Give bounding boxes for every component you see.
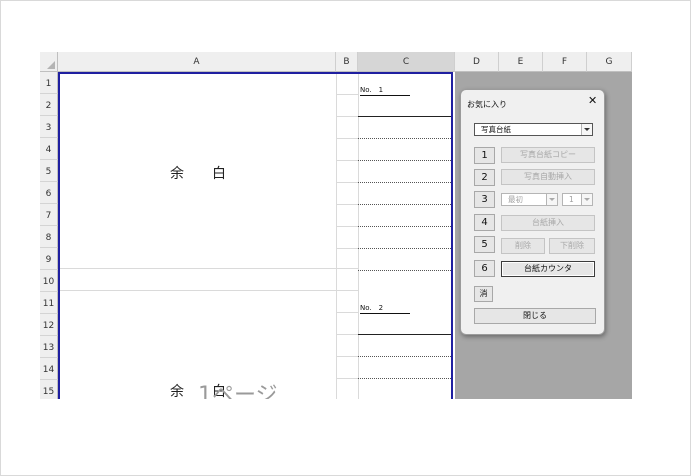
print-area-border bbox=[58, 72, 453, 399]
delete-button[interactable]: 削除 bbox=[501, 238, 545, 254]
copy-sheet-button[interactable]: 写真台紙コピー bbox=[501, 147, 595, 163]
row-header-2[interactable]: 2 bbox=[40, 94, 58, 116]
row-button-2[interactable]: 2 bbox=[474, 169, 495, 186]
chevron-down-icon[interactable] bbox=[581, 124, 592, 135]
row-button-3[interactable]: 3 bbox=[474, 191, 495, 208]
row-header-6[interactable]: 6 bbox=[40, 182, 58, 204]
row-header-5[interactable]: 5 bbox=[40, 160, 58, 182]
row-header-11[interactable]: 11 bbox=[40, 292, 58, 314]
row-button-5[interactable]: 5 bbox=[474, 236, 495, 253]
select-all-corner[interactable] bbox=[40, 52, 58, 72]
position-select[interactable]: 最初 bbox=[501, 193, 558, 206]
row-button-1[interactable]: 1 bbox=[474, 147, 495, 164]
count-select[interactable]: 1 bbox=[562, 193, 593, 206]
row-header-10[interactable]: 10 bbox=[40, 270, 58, 292]
clear-button[interactable]: 消 bbox=[474, 286, 493, 302]
column-header-c[interactable]: C bbox=[358, 52, 455, 72]
delete-below-button[interactable]: 下削除 bbox=[549, 238, 595, 254]
row-header-12[interactable]: 12 bbox=[40, 314, 58, 336]
close-dialog-button[interactable]: 閉じる bbox=[474, 308, 596, 324]
column-header-d[interactable]: D bbox=[455, 52, 499, 72]
column-header-a[interactable]: A bbox=[58, 52, 336, 72]
column-header-e[interactable]: E bbox=[499, 52, 543, 72]
column-header-g[interactable]: G bbox=[587, 52, 632, 72]
row-header-7[interactable]: 7 bbox=[40, 204, 58, 226]
row-header-13[interactable]: 13 bbox=[40, 336, 58, 358]
chevron-down-icon[interactable] bbox=[546, 194, 557, 205]
count-select-value: 1 bbox=[569, 195, 574, 204]
row-header-15[interactable]: 15 bbox=[40, 380, 58, 399]
row-button-6[interactable]: 6 bbox=[474, 260, 495, 277]
auto-insert-photo-button[interactable]: 写真自動挿入 bbox=[501, 169, 595, 185]
favorites-dialog: お気に入り ✕ 写真台紙 1 写真台紙コピー 2 写真自動挿入 3 最初 1 4… bbox=[460, 89, 605, 335]
chevron-down-icon[interactable] bbox=[581, 194, 592, 205]
dialog-title: お気に入り bbox=[467, 100, 507, 109]
sheet-select[interactable]: 写真台紙 bbox=[474, 123, 593, 136]
row-header-9[interactable]: 9 bbox=[40, 248, 58, 270]
sheet-counter-button[interactable]: 台紙カウンタ bbox=[501, 261, 595, 277]
position-select-value: 最初 bbox=[508, 195, 523, 204]
close-icon[interactable]: ✕ bbox=[588, 94, 597, 108]
row-header-1[interactable]: 1 bbox=[40, 72, 58, 94]
sheet-select-value: 写真台紙 bbox=[481, 125, 511, 134]
row-header-14[interactable]: 14 bbox=[40, 358, 58, 380]
row-button-4[interactable]: 4 bbox=[474, 214, 495, 231]
row-header-8[interactable]: 8 bbox=[40, 226, 58, 248]
column-header-f[interactable]: F bbox=[543, 52, 587, 72]
row-header-3[interactable]: 3 bbox=[40, 116, 58, 138]
column-header-b[interactable]: B bbox=[336, 52, 358, 72]
insert-sheet-button[interactable]: 台紙挿入 bbox=[501, 215, 595, 231]
row-header-4[interactable]: 4 bbox=[40, 138, 58, 160]
